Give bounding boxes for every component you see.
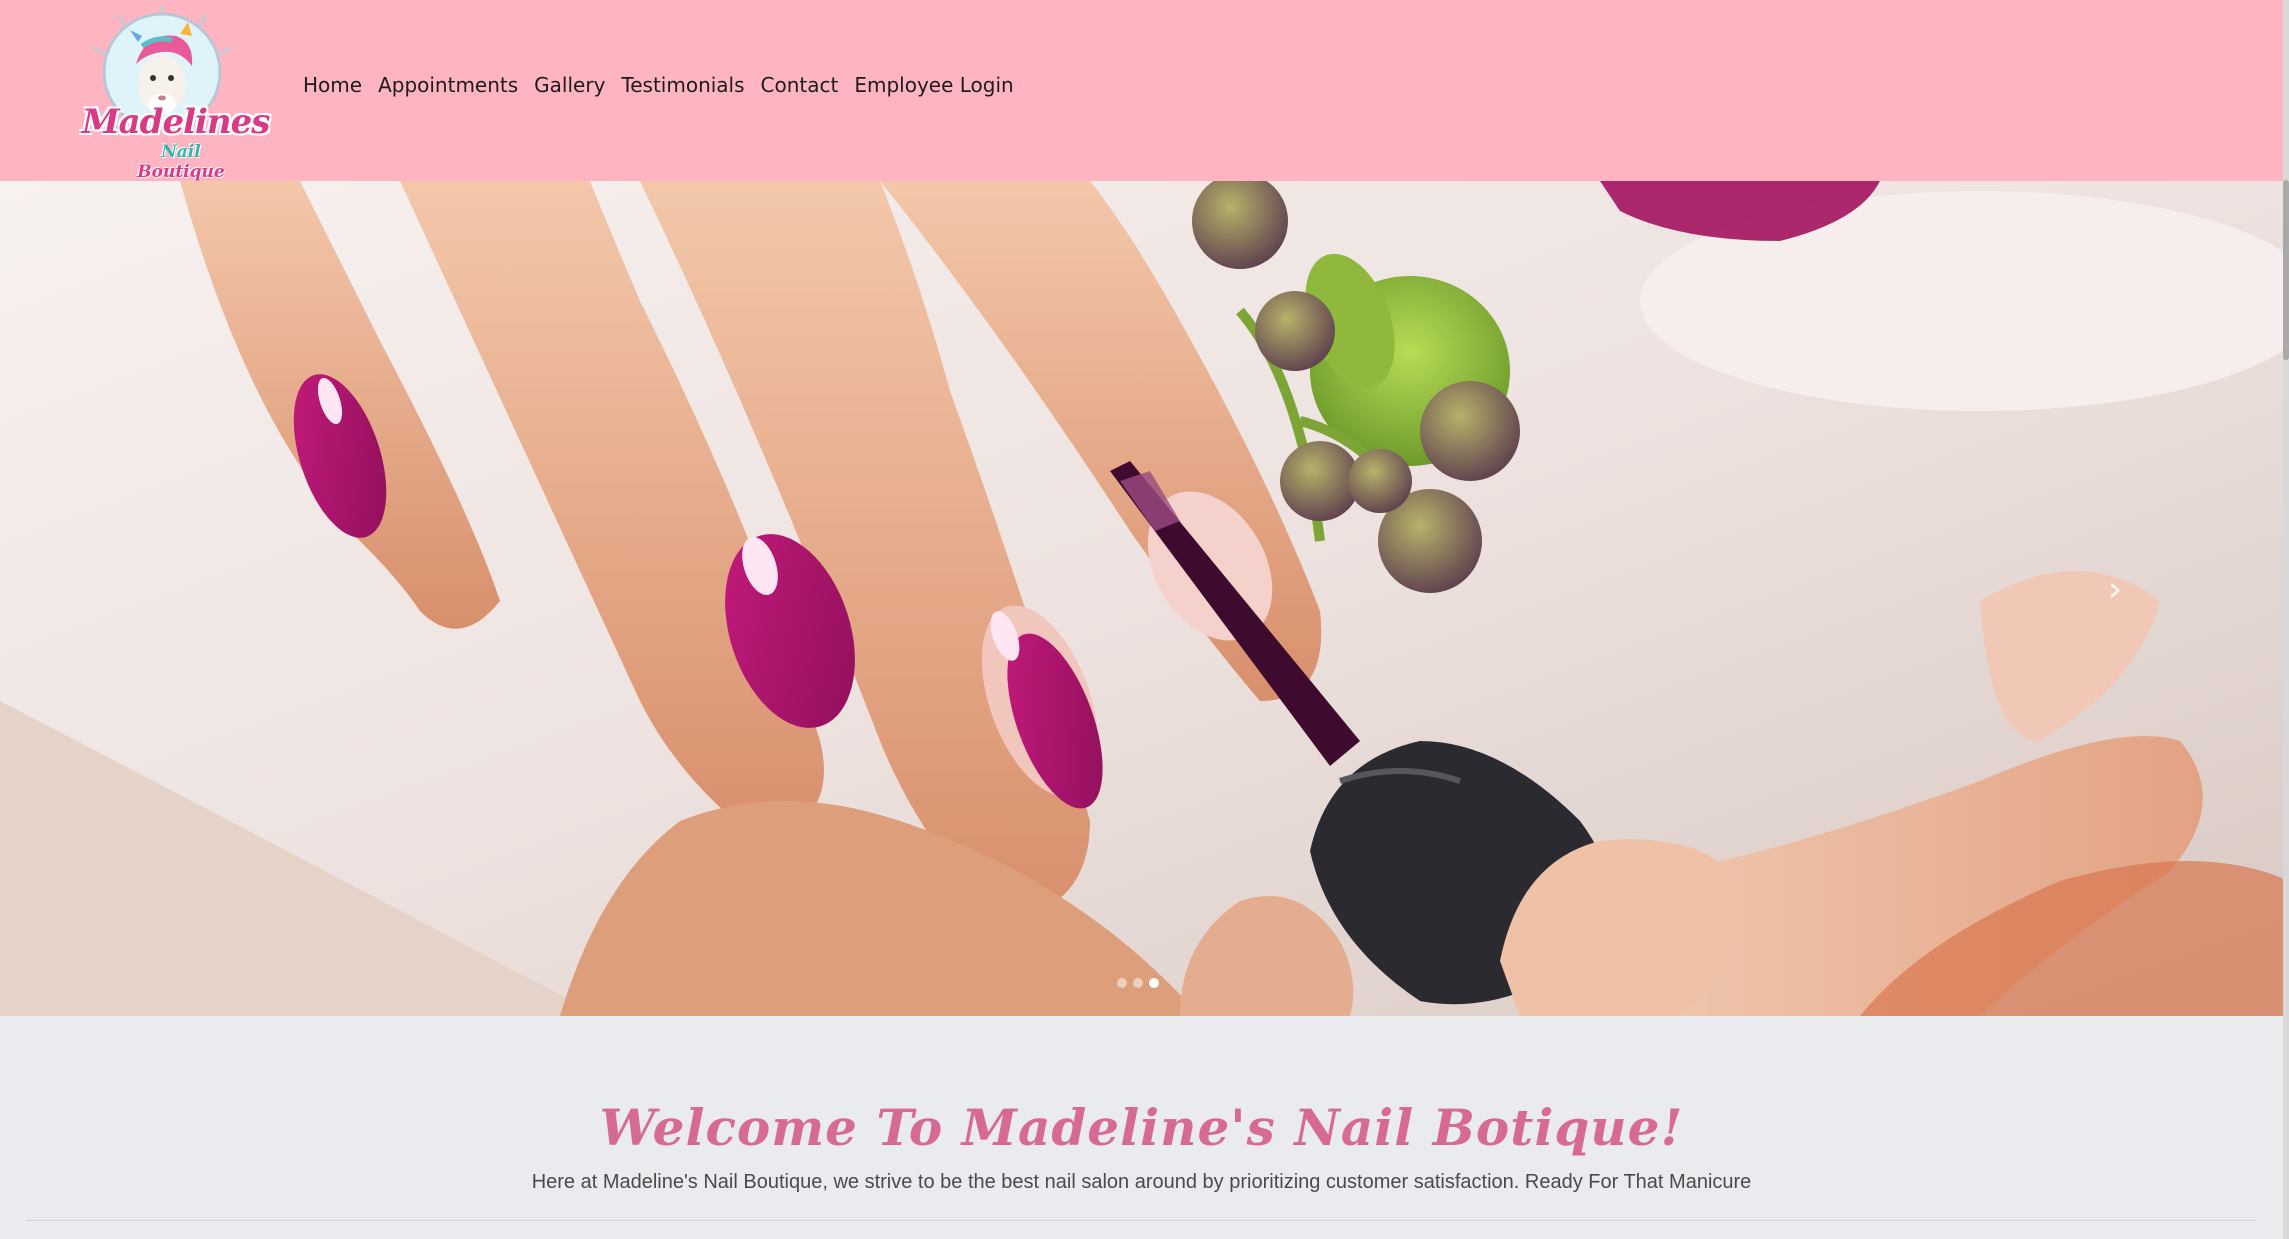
nav-gallery[interactable]: Gallery [534, 73, 605, 97]
carousel-indicator-2[interactable] [1133, 978, 1143, 988]
nav-testimonials[interactable]: Testimonials [621, 73, 744, 97]
welcome-title: Welcome To Madeline's Nail Botique! [599, 1098, 1684, 1157]
site-logo[interactable]: Madelines Nail Boutique [76, 4, 270, 182]
scrollbar-thumb[interactable] [2283, 180, 2289, 360]
carousel-indicator-3[interactable] [1149, 978, 1159, 988]
nav-appointments[interactable]: Appointments [378, 73, 518, 97]
logo-subtitle-boutique: Boutique [137, 162, 225, 182]
nav-home[interactable]: Home [303, 73, 362, 97]
chevron-right-icon: › [2107, 569, 2123, 610]
page-scrollbar[interactable] [2283, 0, 2289, 1239]
manicure-hero-image [0, 181, 2289, 1016]
main-nav: Home Appointments Gallery Testimonials C… [303, 73, 1030, 97]
logo-subtitle-nail: Nail [161, 142, 201, 162]
nav-contact[interactable]: Contact [761, 73, 839, 97]
hero-carousel: › [0, 181, 2289, 1016]
logo-wordmark: Madelines [82, 102, 270, 142]
section-divider [26, 1220, 2256, 1221]
carousel-next-button[interactable]: › [2100, 570, 2130, 610]
carousel-indicator-1[interactable] [1117, 978, 1127, 988]
intro-text: Here at Madeline's Nail Boutique, we str… [531, 1171, 1752, 1193]
nav-employee-login[interactable]: Employee Login [854, 73, 1013, 97]
logo-subtitle: Nail Boutique [116, 142, 246, 182]
carousel-indicators [1117, 978, 1159, 988]
site-header: Madelines Nail Boutique Home Appointment… [0, 0, 2289, 182]
